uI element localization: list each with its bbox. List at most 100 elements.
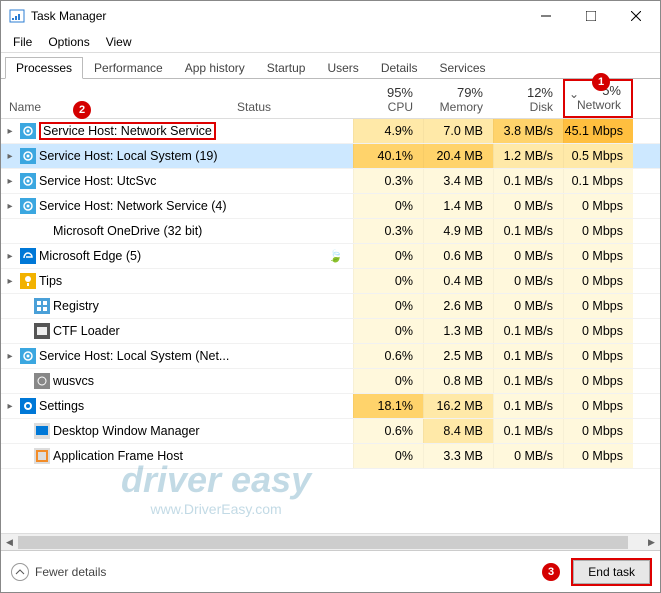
svc-icon [19, 148, 37, 164]
expand-chevron-icon[interactable]: ▸ [1, 351, 19, 362]
close-button[interactable] [613, 2, 658, 30]
process-row[interactable]: ▸Microsoft Edge (5)🍃0%0.6 MB0 MB/s0 Mbps [1, 244, 660, 269]
expand-chevron-icon[interactable]: ▸ [1, 276, 19, 287]
cell-mem: 0.4 MB [423, 269, 493, 293]
minimize-button[interactable] [523, 2, 568, 30]
cell-mem: 2.6 MB [423, 294, 493, 318]
horizontal-scrollbar[interactable]: ◀ ▶ [1, 533, 660, 550]
cell-mem: 1.3 MB [423, 319, 493, 343]
cell-net: 0 Mbps [563, 294, 633, 318]
tab-strip: Processes Performance App history Startu… [1, 53, 660, 79]
process-name: Service Host: Network Service [37, 122, 233, 140]
header-cpu-label: CPU [388, 100, 413, 114]
process-list: driver easy www.DriverEasy.com ▸Service … [1, 119, 660, 533]
process-row[interactable]: ▸Service Host: Local System (Net...0.6%2… [1, 344, 660, 369]
process-name: Tips [37, 274, 233, 288]
cell-cpu: 0.3% [353, 169, 423, 193]
tab-services[interactable]: Services [429, 57, 497, 78]
end-task-button[interactable]: End task [573, 560, 650, 584]
tab-details[interactable]: Details [370, 57, 429, 78]
process-name: Microsoft Edge (5) [37, 249, 233, 263]
cell-mem: 2.5 MB [423, 344, 493, 368]
expand-chevron-icon[interactable]: ▸ [1, 126, 19, 137]
fewer-details-button[interactable]: Fewer details [11, 563, 106, 581]
process-row[interactable]: ▸Settings18.1%16.2 MB0.1 MB/s0 Mbps [1, 394, 660, 419]
header-cpu[interactable]: 95% CPU [353, 79, 423, 118]
cell-disk: 0.1 MB/s [493, 394, 563, 418]
process-row[interactable]: ▸Service Host: Network Service4.9%7.0 MB… [1, 119, 660, 144]
task-manager-window: Task Manager File Options View Processes… [0, 0, 661, 593]
edge-icon [19, 248, 37, 264]
cell-disk: 0 MB/s [493, 294, 563, 318]
process-row[interactable]: ▸ Tips 0%0.4 MB0 MB/s0 Mbps [1, 269, 660, 294]
process-row[interactable]: ▸Service Host: UtcSvc0.3%3.4 MB0.1 MB/s0… [1, 169, 660, 194]
expand-chevron-icon[interactable]: ▸ [1, 201, 19, 212]
cell-net: 0 Mbps [563, 344, 633, 368]
process-row[interactable]: Application Frame Host0%3.3 MB0 MB/s0 Mb… [1, 444, 660, 469]
cell-cpu: 18.1% [353, 394, 423, 418]
svc-icon [19, 198, 37, 214]
scroll-left-icon[interactable]: ◀ [1, 534, 18, 551]
svc-icon [19, 348, 37, 364]
expand-chevron-icon[interactable]: ▸ [1, 251, 19, 262]
svc-icon [19, 173, 37, 189]
tab-startup[interactable]: Startup [256, 57, 317, 78]
cell-cpu: 0% [353, 444, 423, 468]
menu-bar: File Options View [1, 31, 660, 53]
cell-net: 0 Mbps [563, 269, 633, 293]
cell-net: 0.1 Mbps [563, 169, 633, 193]
watermark-sub: www.DriverEasy.com [121, 501, 311, 517]
menu-file[interactable]: File [7, 33, 38, 51]
process-row[interactable]: Desktop Window Manager0.6%8.4 MB0.1 MB/s… [1, 419, 660, 444]
menu-options[interactable]: Options [42, 33, 95, 51]
maximize-button[interactable] [568, 2, 613, 30]
dwm-icon [33, 423, 51, 439]
header-net-label: Network [577, 98, 621, 112]
process-row[interactable]: Microsoft OneDrive (32 bit)0.3%4.9 MB0.1… [1, 219, 660, 244]
process-row[interactable]: wusvcs0%0.8 MB0.1 MB/s0 Mbps [1, 369, 660, 394]
tab-processes[interactable]: Processes [5, 57, 83, 79]
title-bar: Task Manager [1, 1, 660, 31]
cell-cpu: 0% [353, 269, 423, 293]
header-name[interactable]: Name [1, 79, 233, 118]
cell-disk: 0 MB/s [493, 269, 563, 293]
header-memory[interactable]: 79% Memory [423, 79, 493, 118]
column-headers: Name Status 95% CPU 79% Memory 12% Disk … [1, 79, 660, 119]
tab-users[interactable]: Users [316, 57, 369, 78]
cell-disk: 1.2 MB/s [493, 144, 563, 168]
callout-2: 2 [73, 101, 91, 119]
process-name: Service Host: UtcSvc [37, 174, 233, 188]
scroll-right-icon[interactable]: ▶ [643, 534, 660, 551]
cell-net: 0 Mbps [563, 369, 633, 393]
tips-icon [19, 273, 37, 289]
expand-chevron-icon[interactable]: ▸ [1, 151, 19, 162]
cell-disk: 0 MB/s [493, 194, 563, 218]
header-status[interactable]: Status [233, 79, 353, 118]
process-row[interactable]: ▸Service Host: Local System (19)40.1%20.… [1, 144, 660, 169]
wus-icon [33, 373, 51, 389]
cell-cpu: 0% [353, 319, 423, 343]
cell-net: 45.1 Mbps [563, 119, 633, 143]
process-name: Settings [37, 399, 233, 413]
tab-performance[interactable]: Performance [83, 57, 174, 78]
expand-chevron-icon[interactable]: ▸ [1, 401, 19, 412]
cell-disk: 0.1 MB/s [493, 169, 563, 193]
header-disk[interactable]: 12% Disk [493, 79, 563, 118]
scroll-thumb[interactable] [18, 536, 628, 549]
cell-disk: 0.1 MB/s [493, 319, 563, 343]
callout-3: 3 [542, 563, 560, 581]
cell-cpu: 0% [353, 244, 423, 268]
menu-view[interactable]: View [100, 33, 138, 51]
process-row[interactable]: Registry0%2.6 MB0 MB/s0 Mbps [1, 294, 660, 319]
cell-mem: 1.4 MB [423, 194, 493, 218]
cell-disk: 3.8 MB/s [493, 119, 563, 143]
set-icon [19, 398, 37, 414]
reg-icon [33, 298, 51, 314]
cell-net: 0 Mbps [563, 444, 633, 468]
process-row[interactable]: ▸Service Host: Network Service (4)0%1.4 … [1, 194, 660, 219]
expand-chevron-icon[interactable]: ▸ [1, 176, 19, 187]
cell-mem: 20.4 MB [423, 144, 493, 168]
process-row[interactable]: CTF Loader0%1.3 MB0.1 MB/s0 Mbps [1, 319, 660, 344]
cell-disk: 0.1 MB/s [493, 219, 563, 243]
tab-app-history[interactable]: App history [174, 57, 256, 78]
